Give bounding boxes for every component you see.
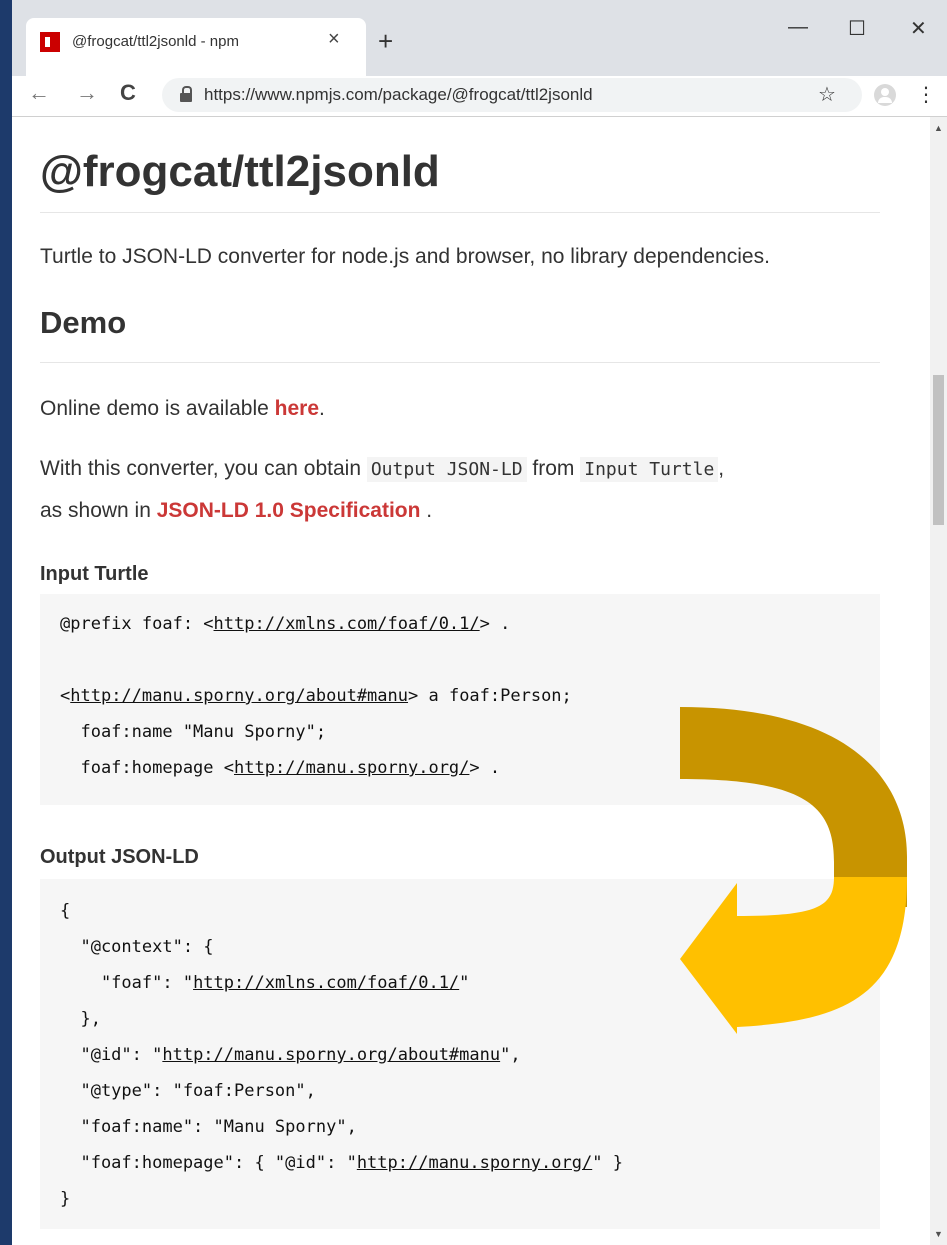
npm-favicon-icon [40,32,60,52]
close-window-icon[interactable]: ✕ [910,16,927,41]
minimize-icon[interactable]: — [788,16,808,39]
scroll-down-icon[interactable]: ▼ [934,1229,943,1239]
tab-close-icon[interactable]: × [328,28,340,51]
scrollbar-thumb[interactable] [933,375,944,525]
arrow-lower-shape [680,877,907,1034]
scroll-up-icon[interactable]: ▲ [934,123,943,133]
menu-icon[interactable]: ⋮ [916,82,936,107]
back-icon[interactable]: ← [28,80,50,106]
lock-icon [180,86,192,102]
vertical-scrollbar[interactable]: ▲ ▼ [930,117,947,1245]
tab-bar: @frogcat/ttl2jsonld - npm × + — ☐ ✕ [12,0,947,76]
address-bar[interactable]: https://www.npmjs.com/package/@frogcat/t… [162,78,862,112]
browser-toolbar: ← → C https://www.npmjs.com/package/@fro… [12,76,947,117]
tab-title: @frogcat/ttl2jsonld - npm [72,33,239,50]
new-tab-icon[interactable]: + [378,26,393,57]
tab-npm[interactable]: @frogcat/ttl2jsonld - npm × [26,18,366,76]
browser-window: @frogcat/ttl2jsonld - npm × + — ☐ ✕ ← → … [12,0,947,1245]
reload-icon[interactable]: C [120,80,136,106]
maximize-icon[interactable]: ☐ [848,16,866,41]
url-text[interactable]: https://www.npmjs.com/package/@frogcat/t… [204,85,593,105]
page-content: @frogcat/ttl2jsonld Turtle to JSON-LD co… [12,117,930,1245]
profile-avatar-icon[interactable] [874,84,896,106]
forward-icon[interactable]: → [76,80,98,106]
bookmark-star-icon[interactable]: ☆ [818,82,836,107]
conversion-arrow-icon [680,707,907,1034]
